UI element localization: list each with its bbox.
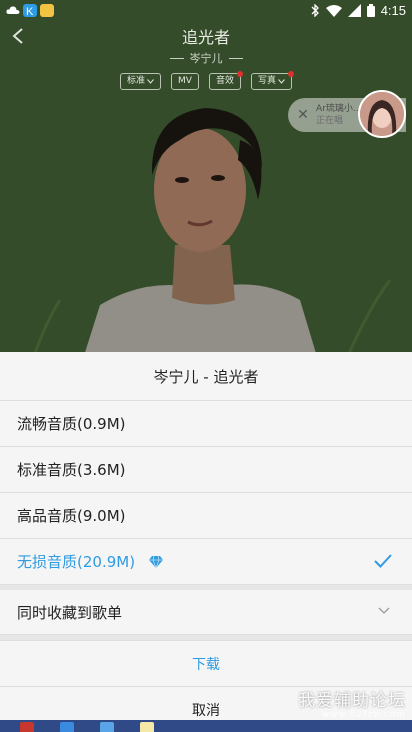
cloud-icon (6, 4, 20, 17)
chip-label: 音效 (215, 76, 234, 86)
option-label: 流畅音质(0.9M) (17, 415, 126, 433)
svg-text:K: K (26, 6, 34, 17)
divider (169, 57, 184, 59)
taskbar-app-icon[interactable] (20, 722, 34, 732)
quality-chip[interactable]: 标准 (120, 73, 162, 90)
wifi-icon (325, 4, 342, 17)
song-title: 追光者 (181, 28, 230, 47)
option-label: 标准音质(3.6M) (17, 461, 126, 479)
artist-name[interactable]: 岑宁儿 (190, 50, 223, 66)
taskbar (0, 720, 412, 732)
status-time: 4:15 (380, 2, 406, 18)
collect-to-playlist-row[interactable]: 同时收藏到歌单 (0, 590, 412, 634)
watermark: 我爱辅助论坛 www.52fzb.com (298, 686, 406, 720)
avatar[interactable] (358, 90, 406, 138)
taskbar-app-icon[interactable] (60, 722, 74, 732)
sound-effect-chip[interactable]: 音效 (208, 71, 243, 90)
collect-label: 同时收藏到歌单 (17, 603, 123, 622)
chip-label: 标准 (127, 76, 146, 86)
chip-label: 写真 (257, 76, 276, 86)
signal-icon (347, 3, 361, 17)
watermark-title: 我爱辅助论坛 (298, 691, 406, 711)
k-app-icon: K (23, 3, 37, 18)
download-button[interactable]: 下载 (0, 640, 412, 686)
mv-chip[interactable]: MV (171, 73, 199, 90)
option-label: 高品音质(9.0M) (17, 507, 126, 525)
close-icon[interactable]: ✕ (292, 104, 314, 126)
taskbar-app-icon[interactable] (100, 722, 114, 732)
artist-line: 岑宁儿 (0, 50, 412, 66)
diamond-icon (149, 555, 164, 568)
multi-app-icon (40, 3, 54, 17)
quality-option-high[interactable]: 高品音质(9.0M) (0, 492, 412, 538)
download-quality-sheet: 岑宁儿 - 追光者 流畅音质(0.9M) 标准音质(3.6M) 高品音质(9.0… (0, 352, 412, 722)
chip-label: MV (178, 76, 192, 86)
watermark-url: www.52fzb.com (321, 710, 406, 720)
chevron-down-icon (147, 79, 154, 84)
taskbar-app-icon[interactable] (140, 722, 154, 732)
quality-option-smooth[interactable]: 流畅音质(0.9M) (0, 400, 412, 446)
chevron-down-icon (278, 79, 285, 84)
sheet-title: 岑宁儿 - 追光者 (153, 367, 259, 386)
photo-chip[interactable]: 写真 (250, 71, 294, 90)
check-icon (374, 554, 392, 568)
quality-option-standard[interactable]: 标准音质(3.6M) (0, 446, 412, 492)
chevron-down-icon (378, 607, 390, 614)
quality-option-lossless[interactable]: 无损音质(20.9M) (0, 538, 412, 584)
bluetooth-off-icon (311, 3, 319, 17)
option-label: 无损音质(20.9M) (17, 553, 136, 571)
header-chips: 标准 MV 音效 写真 (0, 71, 412, 90)
red-dot-badge (287, 71, 294, 77)
battery-icon (366, 3, 375, 17)
red-dot-badge (236, 71, 243, 77)
divider (228, 57, 243, 59)
status-bar: K 4:15 (0, 0, 412, 20)
